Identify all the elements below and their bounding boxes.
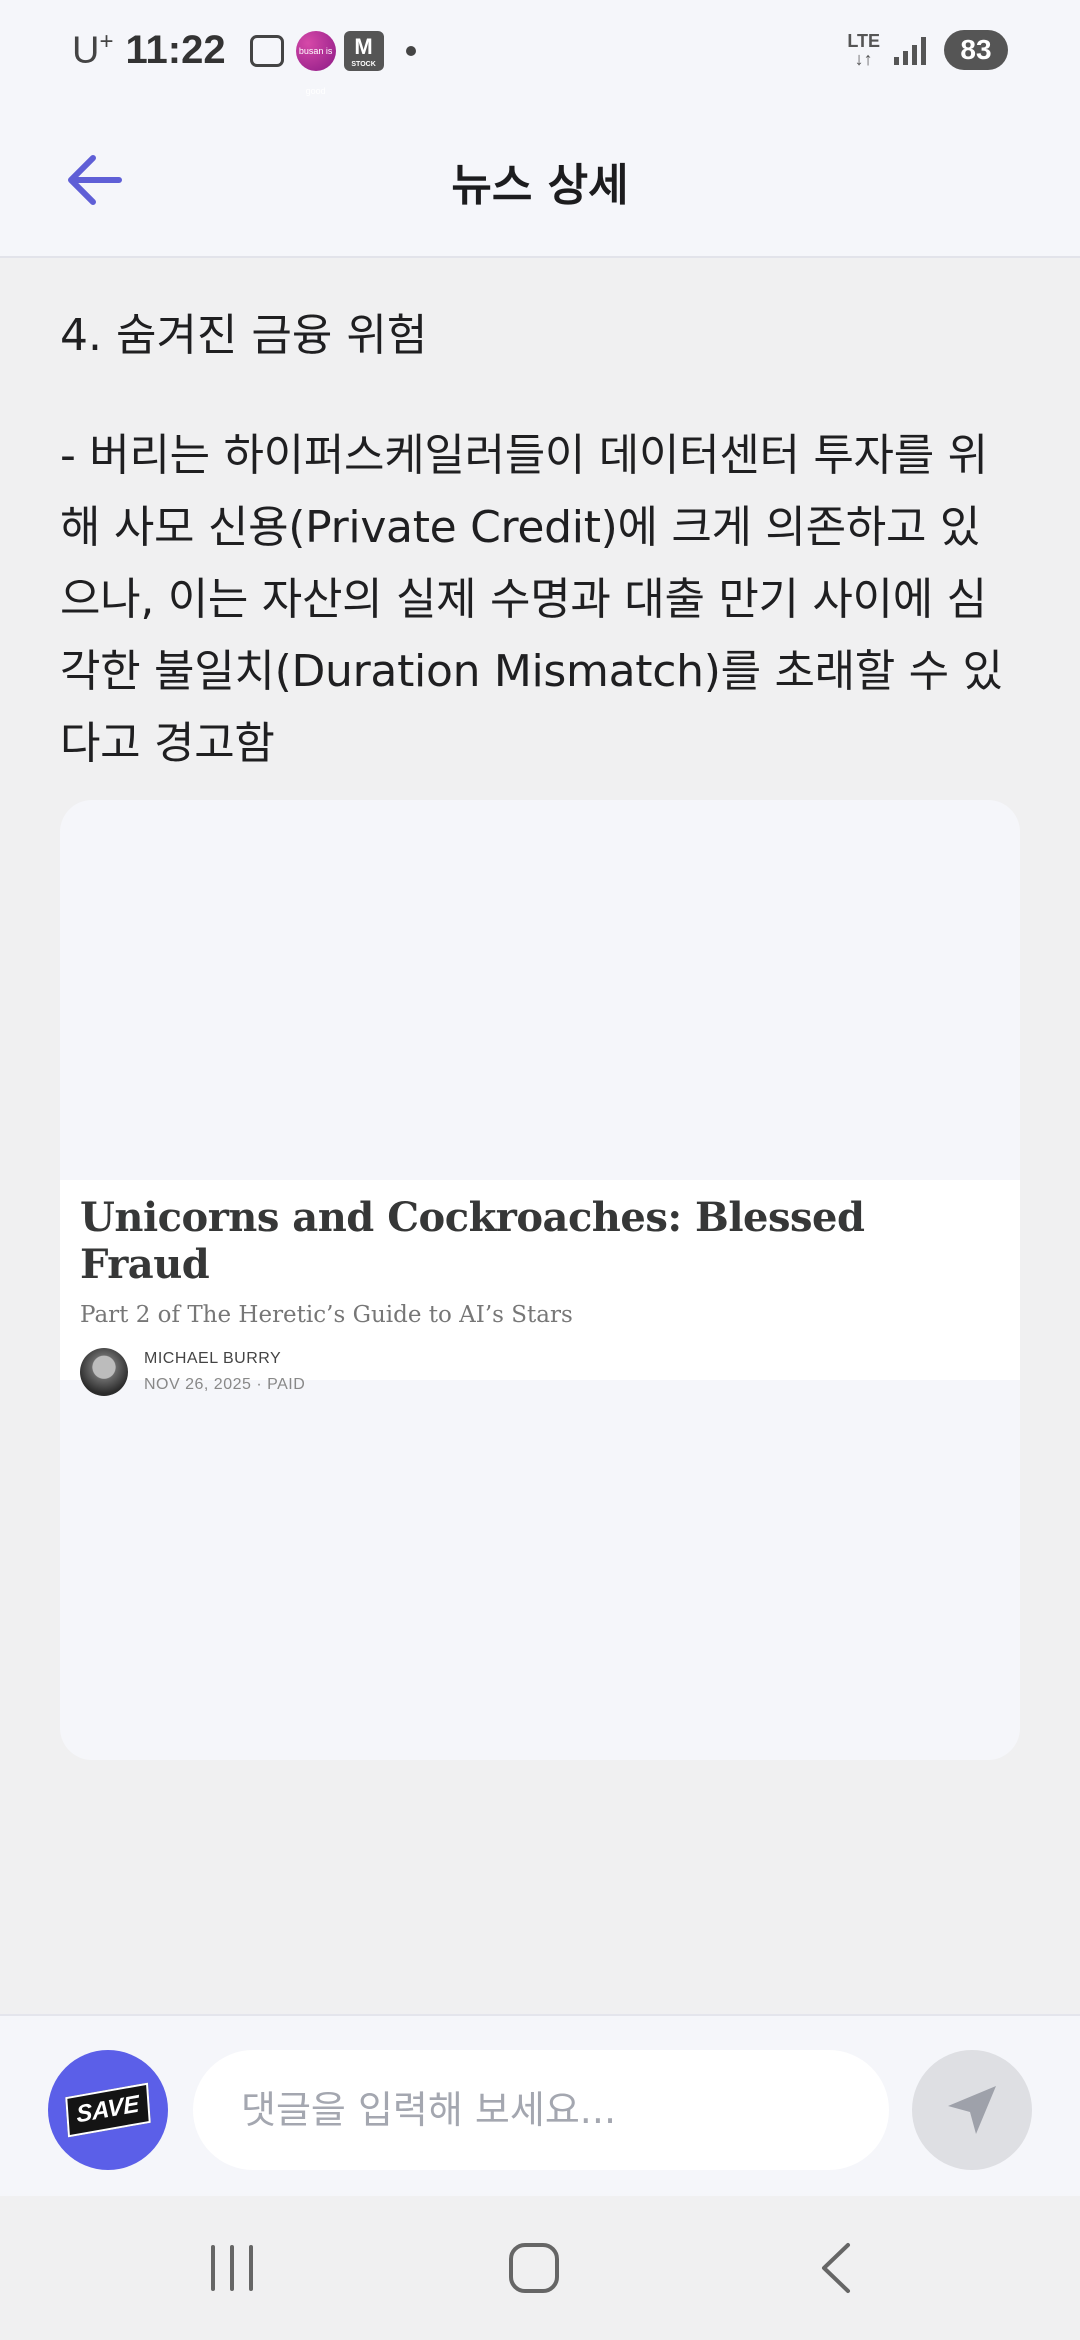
embed-title: Unicorns and Cockroaches: Blessed Fraud bbox=[80, 1194, 865, 1288]
send-button[interactable] bbox=[912, 2050, 1032, 2170]
comment-bar: SAVE bbox=[0, 2014, 1080, 2196]
nav-recents-button[interactable] bbox=[192, 2236, 272, 2300]
more-notifications-dot-icon bbox=[405, 45, 416, 56]
lte-icon: LTE ↓↑ bbox=[847, 31, 880, 69]
mstock-app-icon: M STOCK bbox=[343, 30, 384, 71]
comment-input[interactable] bbox=[193, 2050, 889, 2170]
article-body: - 버리는 하이퍼스케일러들이 데이터센터 투자를 위해 사모 신용(Priva… bbox=[60, 430, 1003, 769]
author-avatar bbox=[80, 1348, 128, 1396]
nav-home-button[interactable] bbox=[494, 2236, 574, 2300]
status-left: U+ 11:22 busan is good M STOCK bbox=[72, 28, 416, 96]
chevron-left-icon bbox=[822, 2243, 850, 2293]
signal-strength-icon bbox=[894, 35, 930, 65]
app-header: 뉴스 상세 bbox=[0, 105, 1080, 258]
status-time: 11:22 bbox=[125, 28, 226, 72]
busan-app-icon: busan is good bbox=[295, 30, 336, 96]
page-title: 뉴스 상세 bbox=[451, 160, 629, 211]
embed-banner: Unicorns and Cockroaches: Blessed Fraud … bbox=[60, 1180, 1020, 1396]
system-navigation-bar bbox=[0, 2196, 1080, 2340]
embed-author-row: MICHAEL BURRY NOV 26, 2025 · PAID bbox=[80, 1348, 1000, 1396]
home-icon bbox=[509, 2243, 559, 2293]
status-right: LTE ↓↑ 83 bbox=[847, 30, 1008, 70]
screenshot-notification-icon bbox=[249, 34, 284, 67]
save-button[interactable]: SAVE bbox=[48, 2050, 168, 2170]
author-info: MICHAEL BURRY NOV 26, 2025 · PAID bbox=[144, 1350, 305, 1394]
embedded-article-image[interactable]: Unicorns and Cockroaches: Blessed Fraud … bbox=[60, 800, 1020, 1760]
paper-plane-icon bbox=[948, 2086, 996, 2134]
section-heading: 4. 숨겨진 금융 위험 bbox=[60, 310, 428, 361]
article-content: 4. 숨겨진 금융 위험 - 버리는 하이퍼스케일러들이 데이터센터 투자를 위… bbox=[60, 258, 1020, 780]
save-label: SAVE bbox=[65, 2082, 151, 2138]
carrier-label: U+ bbox=[72, 28, 114, 72]
battery-indicator: 83 bbox=[944, 30, 1008, 70]
embed-subtitle: Part 2 of The Heretic’s Guide to AI’s St… bbox=[80, 1302, 573, 1328]
recents-icon bbox=[211, 2245, 253, 2291]
nav-back-button[interactable] bbox=[796, 2236, 876, 2300]
status-bar: U+ 11:22 busan is good M STOCK LTE ↓↑ 83 bbox=[0, 0, 1080, 105]
author-name: MICHAEL BURRY bbox=[144, 1350, 282, 1367]
author-meta: NOV 26, 2025 · PAID bbox=[144, 1376, 306, 1393]
